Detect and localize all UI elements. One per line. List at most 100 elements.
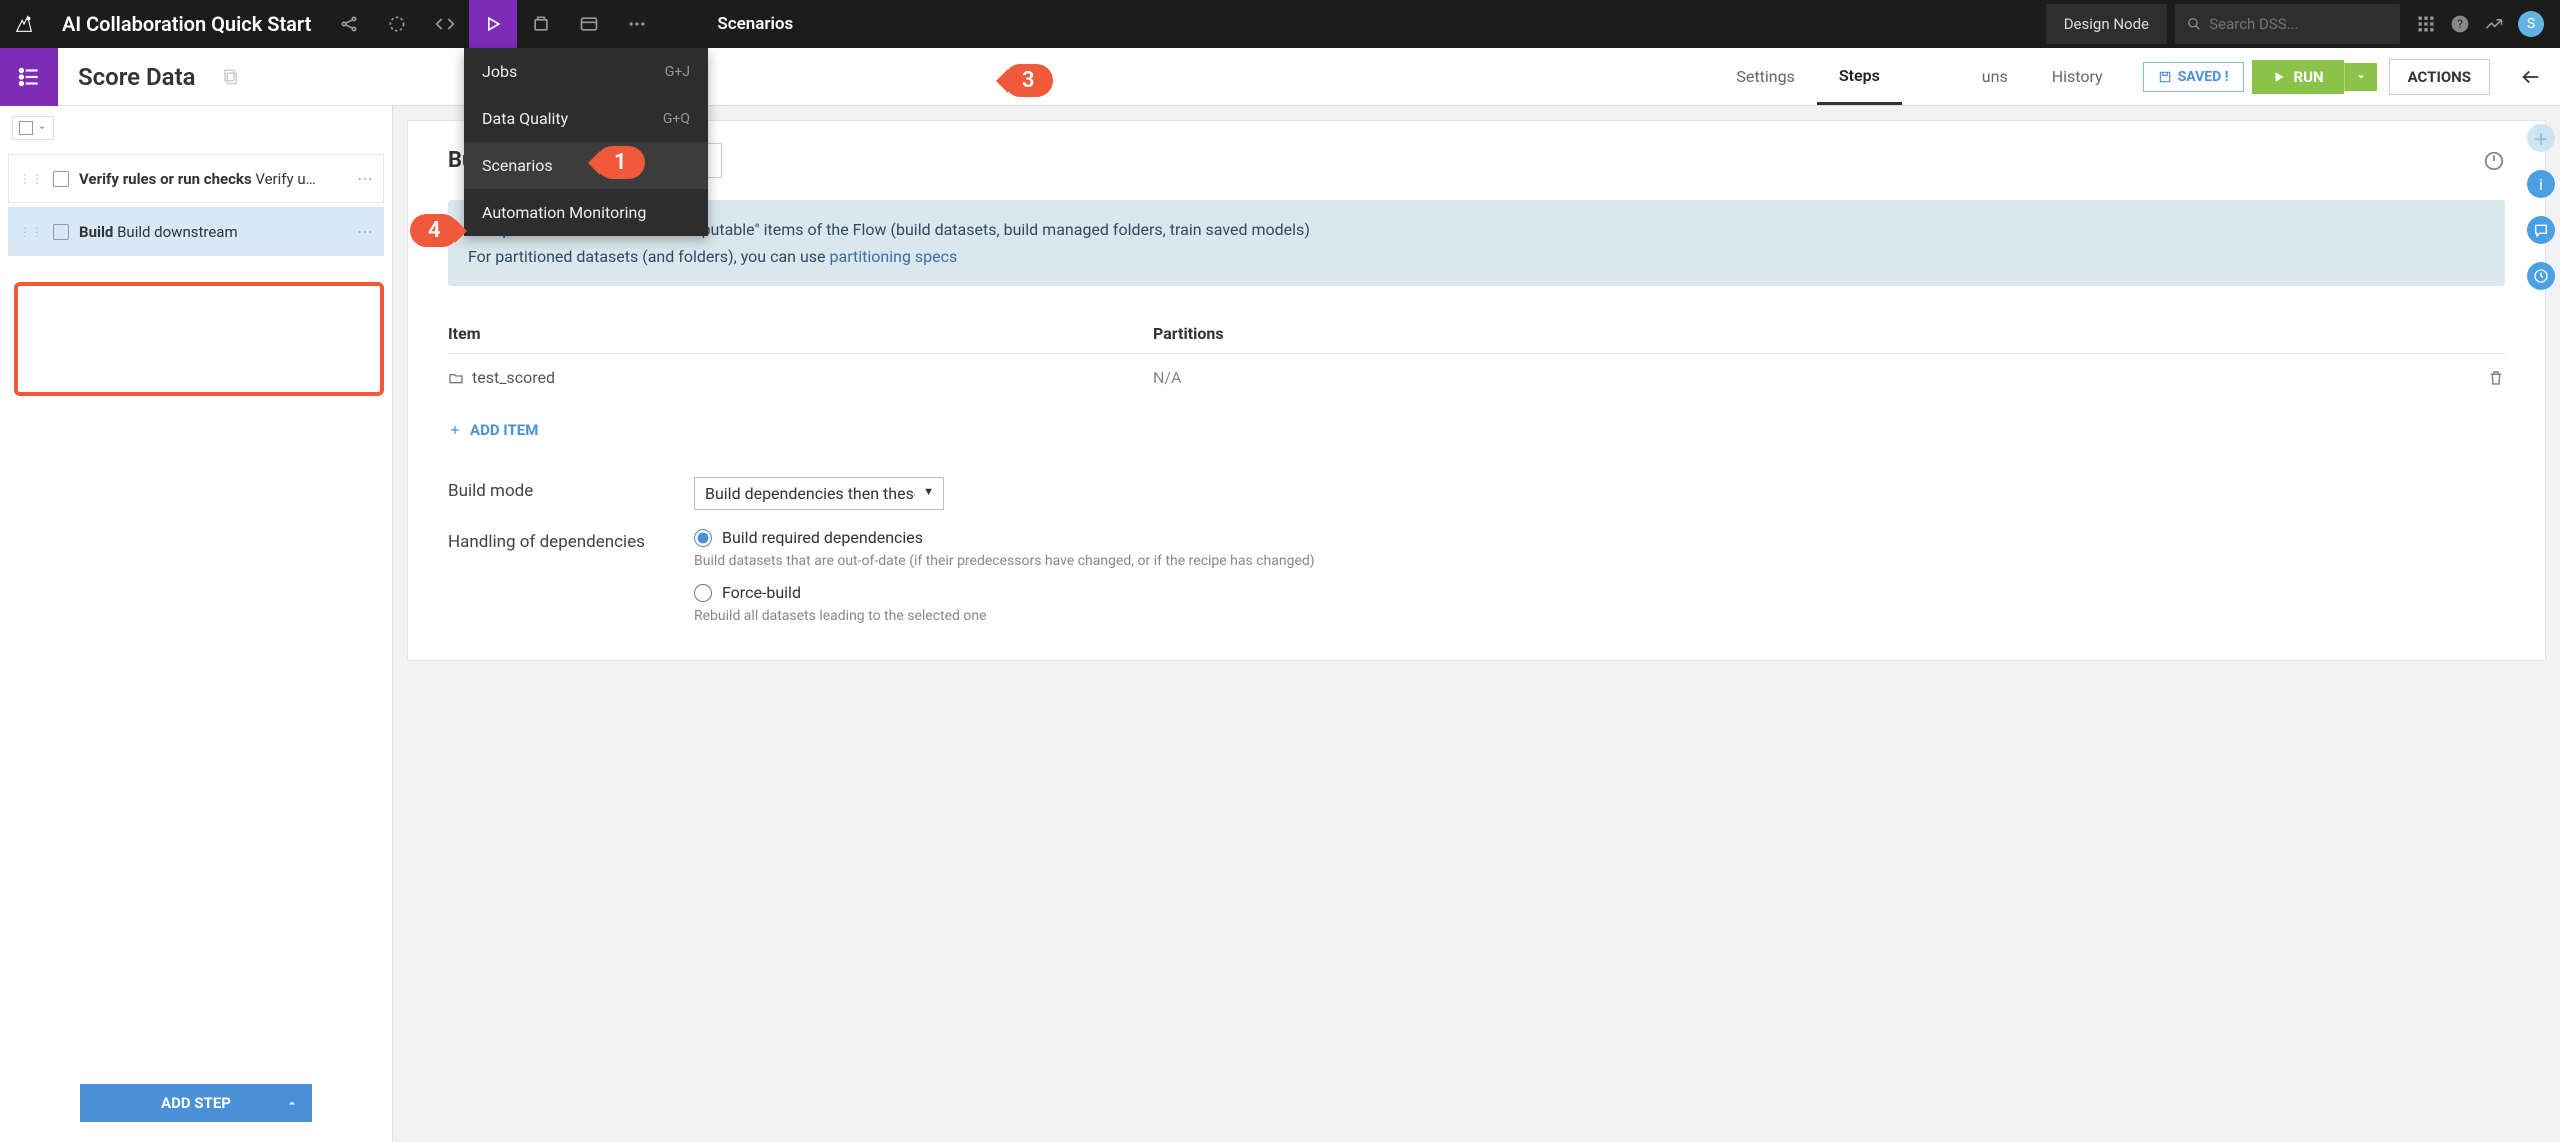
play-icon [2272,70,2286,84]
tabs: Settings Steps uns History [1714,48,2124,105]
global-search[interactable] [2175,4,2400,44]
step-item-verify[interactable]: ⋮⋮ Verify rules or run checks Verify u… … [8,154,384,203]
dropdown-item-automation-monitoring[interactable]: Automation Monitoring [464,189,708,236]
dropdown-label: Scenarios [482,156,553,175]
dropdown-shortcut: G+J [665,64,690,80]
run-button[interactable]: RUN [2252,60,2344,94]
project-title[interactable]: AI Collaboration Quick Start [48,12,325,36]
item-partitions: N/A [1153,368,2487,387]
rail-info-button[interactable]: i [2527,170,2555,198]
step-more-icon[interactable]: ⋯ [357,222,373,241]
tab-settings[interactable]: Settings [1714,48,1816,105]
run-play-icon[interactable] [469,0,517,48]
radio-label: Build required dependencies [722,528,923,547]
dropdown-label: Jobs [482,62,517,81]
search-icon [2187,16,2201,32]
step-checkbox[interactable] [53,224,69,240]
delete-item-button[interactable] [2487,369,2505,387]
build-mode-label: Build mode [448,477,694,501]
drag-handle-icon[interactable]: ⋮⋮ [19,225,43,239]
select-all-checkbox[interactable] [12,116,54,140]
steps-panel: ⋮⋮ Verify rules or run checks Verify u… … [0,106,393,1142]
dropdown-shortcut: G+Q [663,111,690,127]
info-box: s step builds one or several "computable… [448,200,2505,286]
svg-text:?: ? [2457,17,2463,31]
partitioning-specs-link[interactable]: partitioning specs [830,247,958,266]
scenarios-dropdown: Jobs G+J Data Quality G+Q Scenarios Auto… [464,48,708,236]
share-icon[interactable] [325,0,373,48]
top-menu-label[interactable]: Scenarios [701,14,809,34]
chevron-up-icon [286,1097,298,1109]
step-detail-panel: Build s step builds one or several "comp… [393,106,2560,1142]
page-title: Score Data [58,63,216,91]
code-icon[interactable] [421,0,469,48]
user-avatar[interactable]: S [2518,11,2544,37]
power-icon[interactable] [2483,150,2505,172]
build-mode-select[interactable]: Build dependencies then these ite [694,477,944,510]
rail-clock-button[interactable] [2527,262,2555,290]
search-input[interactable] [2209,15,2388,33]
run-dropdown-button[interactable] [2344,63,2377,91]
dependencies-label: Handling of dependencies [448,528,694,552]
item-name: test_scored [472,368,555,387]
chevron-down-icon [2355,71,2367,83]
more-icon[interactable] [613,0,661,48]
rail-chat-button[interactable] [2527,216,2555,244]
apps-icon[interactable] [2416,14,2436,34]
step-label: Verify rules or run checks Verify u… [79,170,347,188]
add-step-button[interactable]: ADD STEP [80,1084,312,1122]
add-step-label: ADD STEP [161,1094,231,1112]
list-toggle-button[interactable] [0,48,58,106]
radio-build-required[interactable]: Build required dependencies [694,528,1315,547]
right-rail: ＋ i [2522,106,2560,290]
dropdown-item-data-quality[interactable]: Data Quality G+Q [464,95,708,142]
folder-icon [448,370,464,386]
dropdown-item-jobs[interactable]: Jobs G+J [464,48,708,95]
add-item-button[interactable]: ADD ITEM [448,401,538,459]
drag-handle-icon[interactable]: ⋮⋮ [19,172,43,186]
version-icon[interactable] [517,0,565,48]
dropdown-label: Data Quality [482,109,568,128]
design-node-button[interactable]: Design Node [2046,4,2167,44]
items-table: Item Partitions test_scored N/A [448,314,2505,401]
step-list: ⋮⋮ Verify rules or run checks Verify u… … [0,150,392,1072]
radio-input[interactable] [694,584,712,602]
save-icon [2158,70,2172,84]
tab-steps[interactable]: Steps [1817,48,1902,105]
saved-label: SAVED ! [2178,69,2229,85]
page-header: Score Data Settings Steps uns History SA… [0,48,2560,106]
step-item-build[interactable]: ⋮⋮ Build Build downstream ⋯ [8,207,384,256]
step-more-icon[interactable]: ⋯ [357,169,373,188]
tab-history[interactable]: History [2030,48,2125,105]
info-line1: s step builds one or several "computable… [468,216,2485,243]
radio-input[interactable] [694,529,712,547]
copy-icon[interactable] [222,68,240,86]
dashboard-icon[interactable] [565,0,613,48]
run-label: RUN [2294,68,2324,86]
info-line2: For partitioned datasets (and folders), … [468,243,2485,270]
col-item: Item [448,324,1153,343]
chevron-down-icon [37,123,47,133]
col-partitions: Partitions [1153,324,2475,343]
top-bar: AI Collaboration Quick Start Scenarios D… [0,0,2560,48]
rail-add-button[interactable]: ＋ [2527,124,2555,152]
step-checkbox[interactable] [53,171,69,187]
add-item-label: ADD ITEM [470,421,538,439]
dropdown-label: Automation Monitoring [482,203,646,222]
actions-button[interactable]: ACTIONS [2389,59,2490,95]
radio-force-build[interactable]: Force-build [694,583,1315,602]
table-row: test_scored N/A [448,354,2505,401]
radio-help: Build datasets that are out-of-date (if … [694,553,1315,569]
activity-icon[interactable] [2484,14,2504,34]
tab-runs[interactable]: uns [1902,48,2030,105]
help-icon[interactable]: ? [2450,14,2470,34]
plus-icon [448,423,462,437]
flow-icon[interactable] [373,0,421,48]
back-arrow[interactable] [2502,66,2560,88]
callout-4: 4 [410,214,459,247]
callout-3: 3 [1004,64,1053,97]
callout-1: 1 [596,146,645,179]
app-logo[interactable] [0,0,48,48]
radio-label: Force-build [722,583,801,602]
saved-button[interactable]: SAVED ! [2143,62,2244,92]
